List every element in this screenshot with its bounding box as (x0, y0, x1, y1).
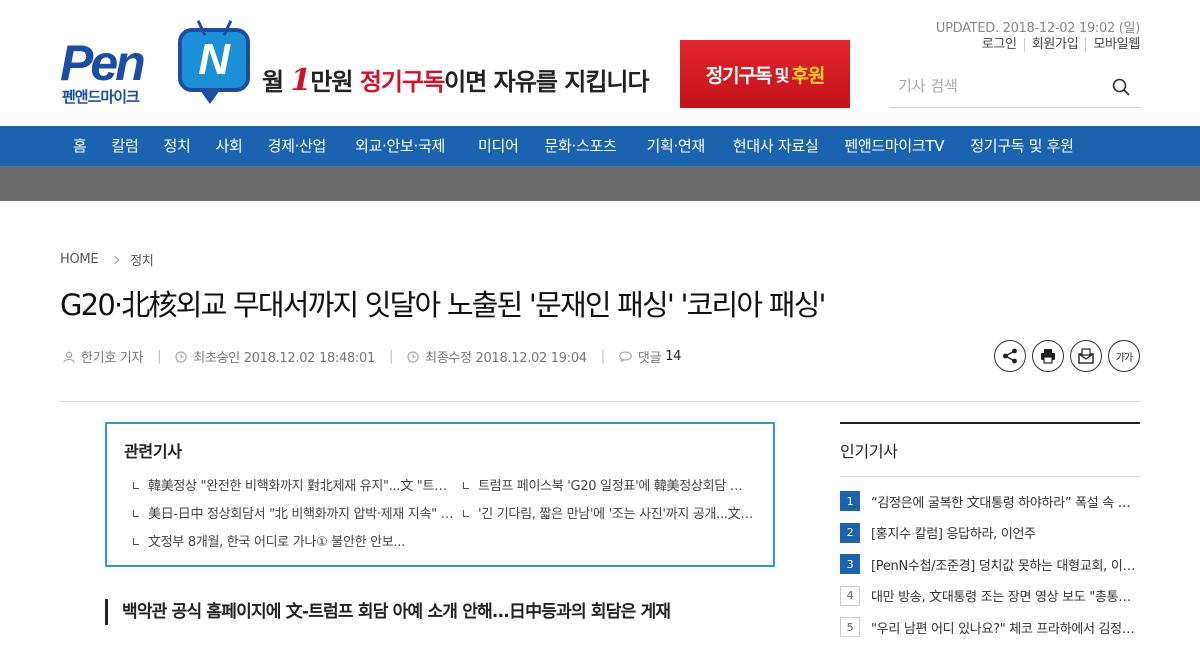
slogan-mid: 만원 (310, 67, 360, 96)
nav-item-politics[interactable]: 정치 (164, 126, 191, 166)
nav-item-culture[interactable]: 문화·스포츠 (544, 126, 616, 166)
popular-item[interactable]: 4 대만 방송, 文대통령 조는 장면 영상 보도 "총통도 아닌데" (840, 585, 1140, 606)
font-size-button[interactable]: 가가 (1108, 340, 1140, 372)
related-article-link[interactable]: 트럼프 페이스북 'G20 일정표'에 韓美정상회담 빠져...'코리아 패싱' (454, 478, 754, 496)
nav-item-economy[interactable]: 경제·산업 (268, 126, 327, 166)
related-article-link[interactable]: 文정부 8개월, 한국 어디로 가나① 불안한 안보... (124, 534, 454, 552)
article-meta: 한기호 기자 | 최초승인 2018.12.02 18:48:01 | 최종수정… (63, 347, 681, 366)
meta-divider (60, 401, 1140, 402)
breadcrumb: HOME 정치 (60, 250, 154, 269)
email-button[interactable] (1070, 340, 1102, 372)
nav-item-media[interactable]: 미디어 (478, 126, 519, 166)
comments-label: 댓글 (637, 351, 662, 366)
popular-title: [PenN수첩/조준경] 덩치값 못하는 대형교회, 이제 말을 해야 (871, 558, 1140, 574)
popular-title: “김정은에 굴복한 文대통령 하야하라” 폭설 속 태극기 집회 (871, 495, 1140, 511)
comments-count: 14 (665, 349, 682, 364)
popular-item[interactable]: 1 “김정은에 굴복한 文대통령 하야하라” 폭설 속 태극기 집회 (840, 491, 1140, 511)
popular-item[interactable]: 2 [홍지수 칼럼] 응답하라, 이언주 (840, 522, 1140, 543)
main-nav: 홈 칼럼 정치 사회 경제·산업 외교·안보·국제 미디어 문화·스포츠 기획·… (0, 126, 1200, 166)
slogan-red: 정기구독 (359, 67, 445, 96)
rank-badge: 2 (840, 522, 860, 543)
rank-badge: 1 (840, 491, 860, 511)
popular-title: [홍지수 칼럼] 응답하라, 이언주 (871, 527, 1036, 542)
banner-text-b: 및 (774, 66, 790, 85)
nav-item-diplomacy[interactable]: 외교·안보·국제 (355, 126, 445, 166)
subscribe-banner-button[interactable]: 정기구독 및 후원 (680, 40, 850, 108)
search-box (889, 66, 1140, 108)
breadcrumb-home[interactable]: HOME (60, 252, 99, 267)
related-article-link[interactable]: 韓美정상 "완전한 비핵화까지 對北제재 유지"...文 "트럼프, 김정은 답… (124, 478, 454, 496)
logo-badge-letter: N (198, 35, 230, 84)
logo-text: Pen (60, 35, 146, 91)
nav-item-column[interactable]: 칼럼 (112, 126, 139, 166)
nav-item-home[interactable]: 홈 (73, 126, 87, 166)
related-heading: 관련기사 (124, 442, 182, 461)
top-links: 로그인 회원가입 모바일웹 (975, 38, 1140, 52)
slogan-num: 1 (290, 63, 311, 98)
nav-item-society[interactable]: 사회 (216, 126, 243, 166)
popular-title: "우리 남편 어디 있나요?" 체코 프라하에서 김정숙 여사 (871, 621, 1140, 637)
article-lead: 백악관 공식 홈페이지에 文-트럼프 회담 아예 소개 안해...日中등과의 회… (105, 599, 745, 625)
updated-timestamp: UPDATED. 2018-12-02 19:02 (일) (935, 21, 1140, 36)
first-approved: 최초승인 2018.12.02 18:48:01 (193, 351, 375, 366)
article-tools: 가가 (994, 340, 1140, 372)
comments-link[interactable]: 댓글 14 (618, 347, 682, 366)
rank-badge: 3 (840, 554, 860, 574)
chevron-right-icon (111, 255, 120, 264)
popular-title: 대만 방송, 文대통령 조는 장면 영상 보도 "총통도 아닌데" (871, 590, 1140, 605)
related-articles-box: 관련기사 韓美정상 "완전한 비핵화까지 對北제재 유지"...文 "트럼프, … (105, 422, 775, 567)
site-header: Pen N 펜앤드마이크 월 1만원 정기구독이면 자유를 지킵니다 정기구독 … (0, 0, 1200, 126)
site-logo[interactable]: Pen N 펜앤드마이크 (60, 18, 252, 108)
slogan-pre: 월 (262, 67, 291, 96)
popular-articles: 인기기사 1 “김정은에 굴복한 文대통령 하야하라” 폭설 속 태극기 집회 … (840, 422, 1140, 649)
popular-item[interactable]: 5 "우리 남편 어디 있나요?" 체코 프라하에서 김정숙 여사 (840, 617, 1140, 637)
related-article-link[interactable]: 美日-日中 정상회담서 "北 비핵화까지 압박·제재 지속" 재확인 (124, 506, 454, 524)
related-article-link[interactable]: '긴 기다림, 짧은 만남'에 '조는 사진'까지 공개...文대통령 외교 (454, 506, 754, 524)
popular-item[interactable]: 3 [PenN수첩/조준경] 덩치값 못하는 대형교회, 이제 말을 해야 (840, 554, 1140, 574)
clock-icon (407, 350, 419, 363)
logo-subtitle: 펜앤드마이크 (62, 88, 140, 106)
rank-badge: 5 (840, 617, 860, 637)
last-modified: 최종수정 2018.12.02 19:04 (425, 351, 587, 366)
nav-item-pennmike-tv[interactable]: 펜앤드마이크TV (844, 126, 944, 166)
signup-link[interactable]: 회원가입 (1023, 38, 1086, 52)
clock-icon (175, 350, 187, 363)
search-input[interactable] (889, 66, 1089, 106)
nav-item-features[interactable]: 기획·연재 (646, 126, 705, 166)
search-icon[interactable] (1112, 78, 1130, 96)
mail-icon (1078, 348, 1094, 364)
mobile-web-link[interactable]: 모바일웹 (1085, 38, 1140, 52)
breadcrumb-section[interactable]: 정치 (130, 250, 154, 269)
sub-nav-bar (0, 166, 1200, 201)
article-title: G20·北核외교 무대서까지 잇달아 노출된 '문재인 패싱' '코리아 패싱' (60, 288, 826, 322)
banner-text-c: 후원 (791, 64, 825, 87)
nav-item-subscribe[interactable]: 정기구독 및 후원 (970, 126, 1074, 166)
font-size-icon: 가가 (1115, 352, 1133, 364)
logo-badge-icon: N (178, 20, 250, 104)
rank-badge: 4 (840, 585, 860, 606)
popular-heading: 인기기사 (840, 442, 898, 461)
print-icon (1041, 349, 1055, 364)
login-link[interactable]: 로그인 (975, 38, 1024, 52)
user-icon (63, 351, 75, 363)
comment-icon (618, 351, 632, 362)
subscription-slogan[interactable]: 월 1만원 정기구독이면 자유를 지킵니다 (262, 62, 650, 98)
share-icon (1003, 348, 1017, 364)
banner-text-a: 정기구독 (705, 64, 773, 87)
nav-item-history-archive[interactable]: 현대사 자료실 (733, 126, 819, 166)
share-button[interactable] (994, 340, 1026, 372)
slogan-post: 이면 자유를 지킵니다 (444, 67, 649, 96)
print-button[interactable] (1032, 340, 1064, 372)
article-author[interactable]: 한기호 기자 (81, 347, 143, 366)
